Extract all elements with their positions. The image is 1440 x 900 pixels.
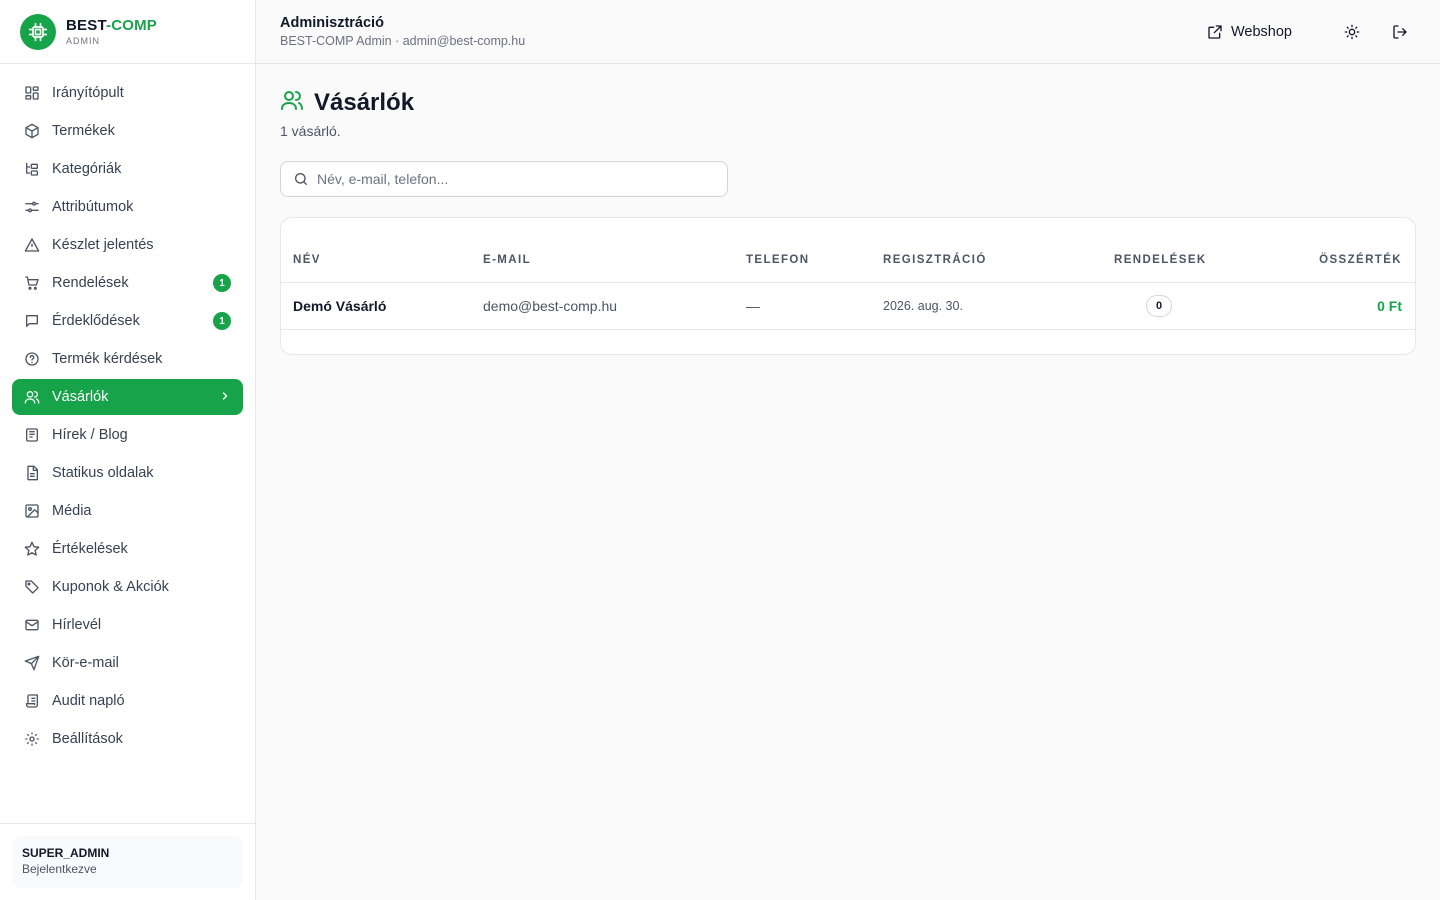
- orders-count-pill: 0: [1146, 295, 1172, 317]
- chevron-right-icon: [219, 390, 231, 405]
- message-icon: [24, 313, 40, 329]
- column-header-orders[interactable]: Rendelések: [1114, 254, 1207, 266]
- customer-name[interactable]: Demó Vásárló: [293, 298, 386, 314]
- sidebar-item-statikus-oldalak[interactable]: Statikus oldalak: [12, 455, 243, 491]
- customers-table: Név E-mail Telefon Regisztráció Rendelés…: [280, 217, 1416, 355]
- sidebar-item-kuponok-akciok[interactable]: Kuponok & Akciók: [12, 569, 243, 605]
- image-icon: [24, 503, 40, 519]
- customer-email: demo@best-comp.hu: [483, 298, 618, 314]
- tag-icon: [24, 579, 40, 595]
- search-box: [280, 161, 728, 197]
- dashboard-icon: [24, 85, 40, 101]
- sidebar-item-label: Hírlevél: [52, 617, 102, 633]
- send-icon: [24, 655, 40, 671]
- sidebar-item-label: Statikus oldalak: [52, 465, 154, 481]
- sun-icon: [1344, 24, 1360, 39]
- sidebar-item-audit-naplo[interactable]: Audit napló: [12, 683, 243, 719]
- sidebar-item-termek-kerdesek[interactable]: Termék kérdések: [12, 341, 243, 377]
- users-icon: [280, 88, 304, 117]
- mail-icon: [24, 617, 40, 633]
- sidebar-item-kor-e-mail[interactable]: Kör-e-mail: [12, 645, 243, 681]
- logout-button[interactable]: [1384, 16, 1416, 48]
- gear-icon: [24, 731, 40, 747]
- column-header-total[interactable]: Összérték: [1319, 254, 1402, 266]
- sidebar-item-label: Média: [52, 503, 92, 519]
- customer-count: 1 vásárló.: [280, 123, 341, 139]
- sidebar-item-label: Értékelések: [52, 541, 128, 557]
- brand-subtitle: ADMIN: [66, 35, 100, 46]
- header-title: Adminisztráció: [280, 15, 384, 31]
- sidebar-item-label: Kör-e-mail: [52, 655, 119, 671]
- search-input[interactable]: [317, 171, 715, 187]
- customer-phone: —: [746, 298, 760, 314]
- sidebar-item-kategoriak[interactable]: Kategóriák: [12, 151, 243, 187]
- inquiries-count-badge: 1: [213, 312, 231, 330]
- sidebar-item-keszlet-jelentes[interactable]: Készlet jelentés: [12, 227, 243, 263]
- column-header-name[interactable]: Név: [293, 254, 321, 266]
- sidebar-item-label: Audit napló: [52, 693, 125, 709]
- customer-total: 0 Ft: [1377, 298, 1402, 314]
- user-card: SUPER_ADMIN Bejelentkezve: [12, 836, 243, 888]
- sidebar-item-vasarlok[interactable]: Vásárlók: [12, 379, 243, 415]
- sidebar-nav: Irányítópult Termékek Kategóriák Attribú…: [0, 64, 255, 757]
- brand[interactable]: BEST-COMP ADMIN: [0, 0, 255, 64]
- sidebar-item-label: Kategóriák: [52, 161, 122, 177]
- header-subtitle: BEST-COMP Admin · admin@best-comp.hu: [280, 34, 526, 48]
- sidebar: BEST-COMP ADMIN Irányítópult Termékek Ka…: [0, 0, 256, 900]
- webshop-link[interactable]: Webshop: [1199, 18, 1300, 46]
- column-header-email[interactable]: E-mail: [483, 254, 531, 266]
- sliders-icon: [24, 199, 40, 215]
- top-header: Adminisztráció BEST-COMP Admin · admin@b…: [256, 0, 1440, 64]
- brand-name: BEST-COMP: [66, 16, 157, 34]
- table-row[interactable]: Demó Vásárló demo@best-comp.hu — 2026. a…: [281, 283, 1415, 330]
- warning-icon: [24, 237, 40, 253]
- page-title: Vásárlók: [314, 88, 415, 116]
- column-header-registered[interactable]: Regisztráció: [883, 254, 987, 266]
- webshop-label: Webshop: [1231, 23, 1292, 40]
- user-panel: SUPER_ADMIN Bejelentkezve: [0, 823, 255, 900]
- sidebar-item-beallitasok[interactable]: Beállítások: [12, 721, 243, 757]
- sidebar-item-label: Termékek: [52, 123, 115, 139]
- user-status: Bejelentkezve: [22, 862, 97, 876]
- sidebar-item-erdeklodesek[interactable]: Érdeklődések 1: [12, 303, 243, 339]
- sidebar-item-termekek[interactable]: Termékek: [12, 113, 243, 149]
- cart-icon: [24, 275, 40, 291]
- customer-registered: 2026. aug. 30.: [883, 299, 963, 313]
- help-circle-icon: [24, 351, 40, 367]
- sidebar-item-iranyitopult[interactable]: Irányítópult: [12, 75, 243, 111]
- sidebar-item-hirek-blog[interactable]: Hírek / Blog: [12, 417, 243, 453]
- file-text-icon: [24, 465, 40, 481]
- orders-count-badge: 1: [213, 274, 231, 292]
- package-icon: [24, 123, 40, 139]
- folder-tree-icon: [24, 161, 40, 177]
- newspaper-icon: [24, 427, 40, 443]
- star-icon: [24, 541, 40, 557]
- sidebar-item-label: Hírek / Blog: [52, 427, 128, 443]
- sidebar-item-attributumok[interactable]: Attribútumok: [12, 189, 243, 225]
- sidebar-item-label: Rendelések: [52, 275, 129, 291]
- sidebar-item-label: Kuponok & Akciók: [52, 579, 169, 595]
- user-role: SUPER_ADMIN: [22, 846, 110, 860]
- search-icon: [295, 173, 307, 185]
- sidebar-item-label: Beállítások: [52, 731, 123, 747]
- sidebar-item-label: Készlet jelentés: [52, 237, 154, 253]
- main-content: Vásárlók 1 vásárló. Név E-mail Telefon R…: [280, 88, 1416, 355]
- column-header-phone[interactable]: Telefon: [746, 254, 809, 266]
- chip-logo-icon: [20, 13, 56, 50]
- sidebar-item-label: Érdeklődések: [52, 313, 140, 329]
- logout-icon: [1393, 24, 1407, 39]
- sidebar-item-label: Irányítópult: [52, 85, 124, 101]
- sidebar-item-ertekelesek[interactable]: Értékelések: [12, 531, 243, 567]
- sidebar-item-hirlevel[interactable]: Hírlevél: [12, 607, 243, 643]
- sidebar-item-label: Termék kérdések: [52, 351, 163, 367]
- external-link-icon: [1208, 24, 1222, 39]
- sidebar-item-label: Attribútumok: [52, 199, 134, 215]
- scroll-icon: [24, 693, 40, 709]
- sidebar-item-media[interactable]: Média: [12, 493, 243, 529]
- users-icon: [24, 389, 40, 405]
- sidebar-item-label: Vásárlók: [52, 389, 109, 405]
- table-header: Név E-mail Telefon Regisztráció Rendelés…: [281, 218, 1415, 283]
- theme-toggle-button[interactable]: [1336, 16, 1368, 48]
- sidebar-item-rendelesek[interactable]: Rendelések 1: [12, 265, 243, 301]
